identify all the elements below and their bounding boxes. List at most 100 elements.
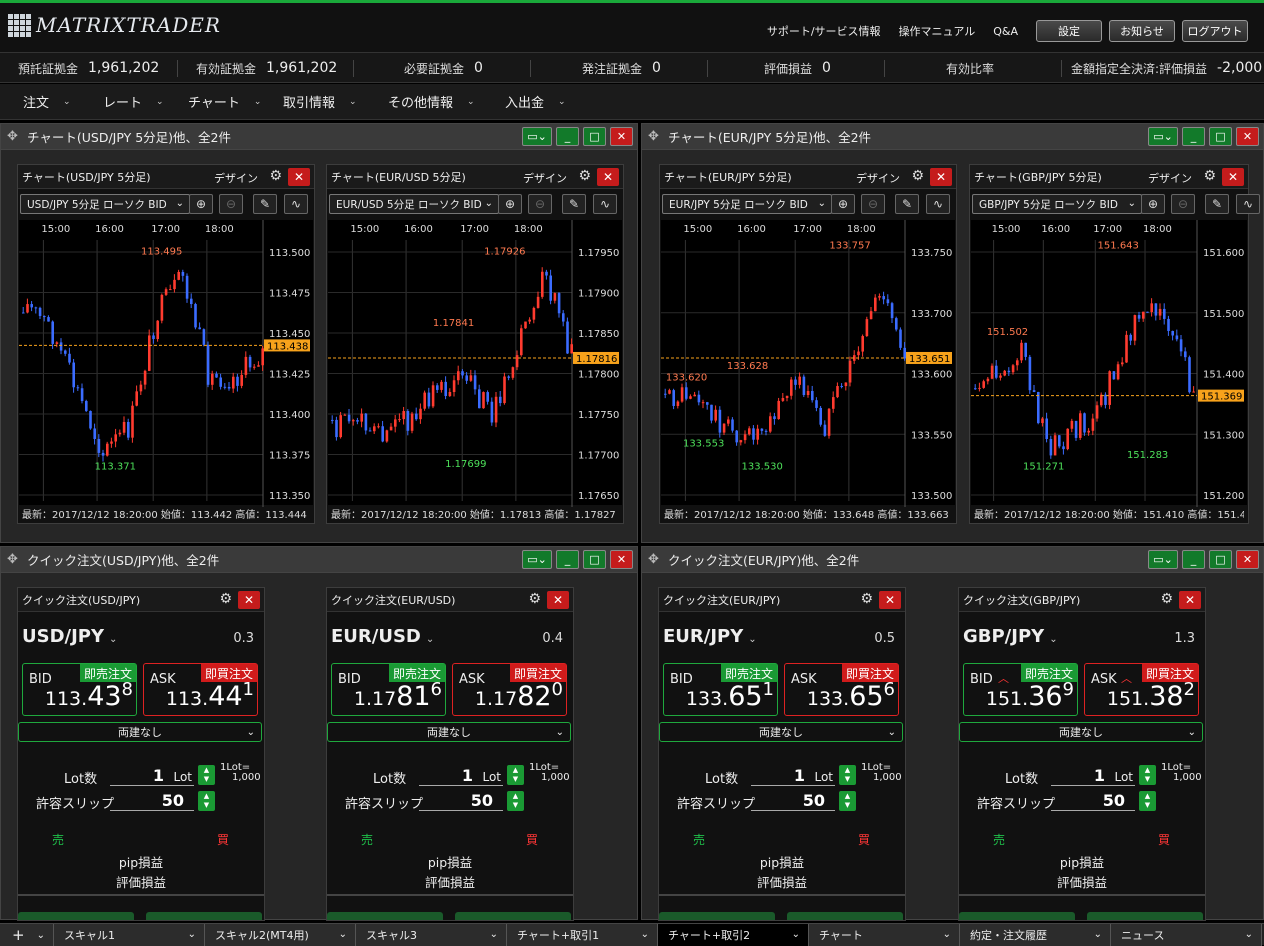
candlestick-chart[interactable]: 15:00 16:00 17:00 18:00 151.600 151.500 151.40… bbox=[971, 220, 1247, 507]
menu-trade-info[interactable]: 取引情報 ⌄ bbox=[283, 92, 357, 111]
chevron-down-icon[interactable]: ▼ bbox=[845, 801, 850, 810]
lot-stepper[interactable]: ▲ ▼ bbox=[198, 765, 215, 785]
close-panel-button[interactable]: ✕ bbox=[1236, 127, 1259, 146]
ask-quote-button[interactable]: ASK ︿ 即買注文 151.382 bbox=[1084, 663, 1199, 716]
settings-button[interactable]: 設定 bbox=[1036, 20, 1102, 42]
bid-quote-button[interactable]: BID 即売注文 133.651 bbox=[663, 663, 778, 716]
close-order-button[interactable]: ✕ bbox=[879, 591, 901, 609]
indicator-icon[interactable]: ∿ bbox=[284, 194, 308, 214]
gear-icon[interactable]: ⚙ bbox=[860, 591, 873, 607]
close-order-button[interactable]: ✕ bbox=[238, 591, 260, 609]
layout-menu-button[interactable]: ▭⌄ bbox=[1148, 127, 1178, 146]
lot-stepper[interactable]: ▲ ▼ bbox=[507, 765, 524, 785]
chevron-down-icon[interactable]: ⌄ bbox=[792, 929, 800, 940]
minimize-button[interactable]: _ bbox=[556, 550, 579, 569]
design-link[interactable]: デザイン bbox=[214, 170, 258, 186]
gear-icon[interactable]: ⚙ bbox=[269, 168, 282, 184]
lot-stepper[interactable]: ▲ ▼ bbox=[1139, 765, 1156, 785]
workspace-tab[interactable]: チャート+取引1 ⌄ bbox=[507, 924, 658, 946]
bid-quote-button[interactable]: BID 即売注文 113.438 bbox=[22, 663, 137, 716]
gear-icon[interactable]: ⚙ bbox=[911, 168, 924, 184]
candlestick-chart[interactable]: 15:00 16:00 17:00 18:00 113.500 113.475 113.45… bbox=[19, 220, 313, 507]
chevron-up-icon[interactable]: ▲ bbox=[845, 766, 850, 775]
minimize-button[interactable]: _ bbox=[556, 127, 579, 146]
move-icon[interactable]: ✥ bbox=[648, 129, 664, 144]
chevron-down-icon[interactable]: ⌄ bbox=[641, 929, 649, 940]
slippage-input[interactable]: 50 bbox=[419, 791, 503, 811]
chevron-up-icon[interactable]: ▲ bbox=[204, 766, 209, 775]
candlestick-chart[interactable]: 15:00 16:00 17:00 18:00 133.750 133.700 133.60… bbox=[661, 220, 955, 507]
chevron-up-icon[interactable]: ▲ bbox=[1145, 792, 1150, 801]
zoom-in-icon[interactable]: ⊕ bbox=[1141, 194, 1165, 214]
panel-titlebar[interactable]: ✥ クイック注文(USD/JPY)他、全2件 ▭⌄ _ □ ✕ bbox=[1, 547, 637, 573]
close-order-button[interactable]: ✕ bbox=[1179, 591, 1201, 609]
draw-pen-icon[interactable]: ✎ bbox=[562, 194, 586, 214]
slippage-stepper[interactable]: ▲ ▼ bbox=[839, 791, 856, 811]
chevron-up-icon[interactable]: ▲ bbox=[513, 766, 518, 775]
lot-input[interactable]: 1 Lot bbox=[419, 766, 503, 786]
sell-order-button[interactable] bbox=[18, 912, 134, 920]
close-chart-button[interactable]: ✕ bbox=[288, 168, 310, 186]
close-panel-button[interactable]: ✕ bbox=[610, 550, 633, 569]
buy-order-button[interactable] bbox=[1087, 912, 1203, 920]
bid-quote-button[interactable]: BID 即売注文 1.17816 bbox=[331, 663, 446, 716]
zoom-in-icon[interactable]: ⊕ bbox=[189, 194, 213, 214]
chevron-up-icon[interactable]: ▲ bbox=[204, 792, 209, 801]
menu-order[interactable]: 注文 ⌄ bbox=[23, 92, 71, 111]
chevron-down-icon[interactable]: ⌄ bbox=[490, 929, 498, 940]
zoom-out-icon[interactable]: ⊖ bbox=[219, 194, 243, 214]
zoom-out-icon[interactable]: ⊖ bbox=[1171, 194, 1195, 214]
move-icon[interactable]: ✥ bbox=[7, 552, 23, 567]
menu-deposit[interactable]: 入出金 ⌄ bbox=[505, 92, 566, 111]
chevron-down-icon[interactable]: ▼ bbox=[204, 775, 209, 784]
workspace-tab[interactable]: チャート+取引2 ⌄ bbox=[658, 924, 809, 946]
support-link[interactable]: サポート/サービス情報 bbox=[767, 23, 881, 39]
manual-link[interactable]: 操作マニュアル bbox=[899, 23, 976, 39]
move-icon[interactable]: ✥ bbox=[7, 129, 23, 144]
hedge-select[interactable]: 両建なし ⌄ bbox=[18, 722, 262, 742]
layout-menu-button[interactable]: ▭⌄ bbox=[522, 127, 552, 146]
zoom-out-icon[interactable]: ⊖ bbox=[528, 194, 552, 214]
slippage-input[interactable]: 50 bbox=[1051, 791, 1135, 811]
draw-pen-icon[interactable]: ✎ bbox=[895, 194, 919, 214]
buy-order-button[interactable] bbox=[146, 912, 262, 920]
panel-titlebar[interactable]: ✥ チャート(EUR/JPY 5分足)他、全2件 ▭⌄ _ □ ✕ bbox=[642, 124, 1263, 150]
layout-menu-button[interactable]: ▭⌄ bbox=[522, 550, 552, 569]
indicator-icon[interactable]: ∿ bbox=[926, 194, 950, 214]
close-chart-button[interactable]: ✕ bbox=[930, 168, 952, 186]
ask-quote-button[interactable]: ASK 即買注文 113.441 bbox=[143, 663, 258, 716]
add-tab-button[interactable]: + ⌄ bbox=[0, 924, 54, 946]
minimize-button[interactable]: _ bbox=[1182, 127, 1205, 146]
gear-icon[interactable]: ⚙ bbox=[528, 591, 541, 607]
close-panel-button[interactable]: ✕ bbox=[610, 127, 633, 146]
slippage-input[interactable]: 50 bbox=[110, 791, 194, 811]
workspace-tab[interactable]: ニュース ⌄ bbox=[1111, 924, 1262, 946]
chevron-up-icon[interactable]: ▲ bbox=[1145, 766, 1150, 775]
lot-input[interactable]: 1 Lot bbox=[110, 766, 194, 786]
logout-button[interactable]: ログアウト bbox=[1182, 20, 1248, 42]
currency-pair-select[interactable]: GBP/JPY ⌄ bbox=[963, 626, 1058, 647]
currency-pair-select[interactable]: USD/JPY ⌄ bbox=[22, 626, 117, 647]
currency-pair-select[interactable]: EUR/USD ⌄ bbox=[331, 626, 434, 647]
notice-button[interactable]: お知らせ bbox=[1109, 20, 1175, 42]
chevron-up-icon[interactable]: ▲ bbox=[513, 792, 518, 801]
maximize-button[interactable]: □ bbox=[583, 127, 606, 146]
chevron-down-icon[interactable]: ⌄ bbox=[1245, 929, 1253, 940]
panel-titlebar[interactable]: ✥ チャート(USD/JPY 5分足)他、全2件 ▭⌄ _ □ ✕ bbox=[1, 124, 637, 150]
currency-pair-select[interactable]: EUR/JPY ⌄ bbox=[663, 626, 757, 647]
chevron-down-icon[interactable]: ▼ bbox=[845, 775, 850, 784]
buy-order-button[interactable] bbox=[455, 912, 571, 920]
lot-input[interactable]: 1 Lot bbox=[751, 766, 835, 786]
maximize-button[interactable]: □ bbox=[583, 550, 606, 569]
minimize-button[interactable]: _ bbox=[1182, 550, 1205, 569]
chevron-down-icon[interactable]: ▼ bbox=[1145, 775, 1150, 784]
workspace-tab[interactable]: チャート ⌄ bbox=[809, 924, 960, 946]
gear-icon[interactable]: ⚙ bbox=[1203, 168, 1216, 184]
zoom-in-icon[interactable]: ⊕ bbox=[498, 194, 522, 214]
draw-pen-icon[interactable]: ✎ bbox=[253, 194, 277, 214]
candlestick-chart[interactable]: 15:00 16:00 17:00 18:00 1.17950 1.17900 1.1785… bbox=[328, 220, 622, 507]
indicator-icon[interactable]: ∿ bbox=[593, 194, 617, 214]
symbol-select[interactable]: GBP/JPY 5分足 ローソク BID ⌄ bbox=[972, 194, 1142, 214]
design-link[interactable]: デザイン bbox=[1148, 170, 1192, 186]
slippage-input[interactable]: 50 bbox=[751, 791, 835, 811]
